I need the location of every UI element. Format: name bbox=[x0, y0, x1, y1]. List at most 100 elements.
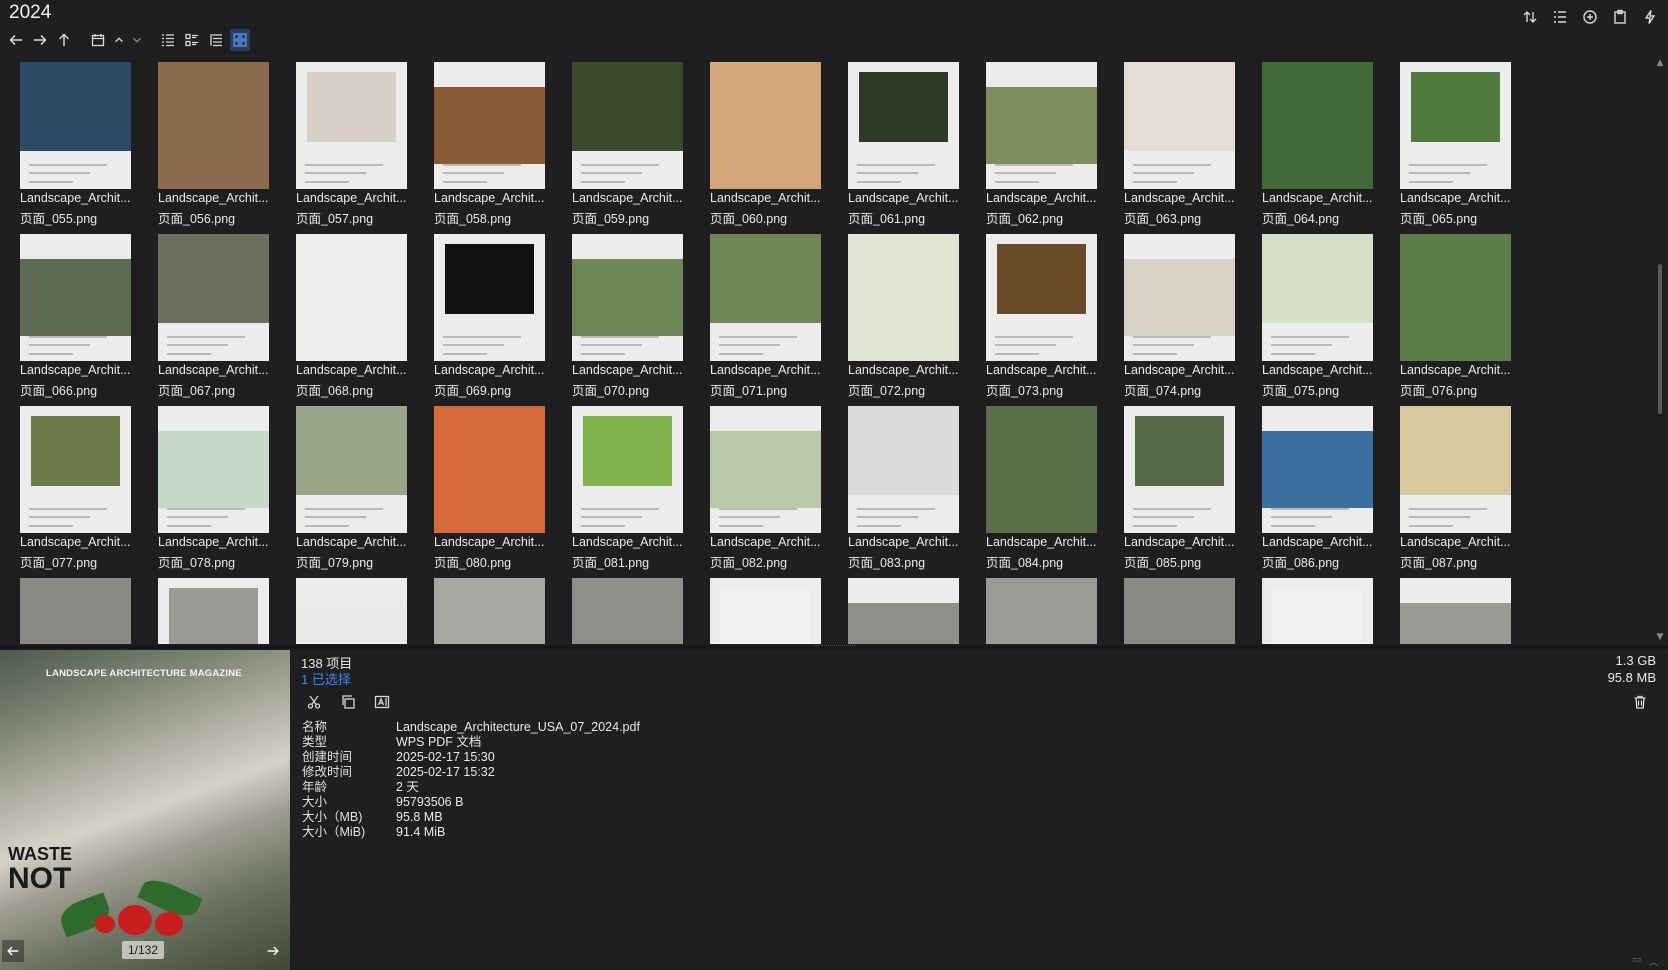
back-icon[interactable] bbox=[6, 29, 26, 51]
thumbnail-tile[interactable]: Landscape_Archit... 页面_062.png bbox=[983, 57, 1107, 226]
thumbnail-tile[interactable]: Landscape_Archit... 页面_055.png bbox=[17, 57, 141, 226]
thumbnail-tile[interactable]: Landscape_Archit... 页面_057.png bbox=[293, 57, 417, 226]
thumbnail-filename: 页面_078.png bbox=[158, 556, 236, 570]
thumbnail-tile[interactable] bbox=[845, 573, 969, 644]
thumbnail-text-line bbox=[1132, 163, 1211, 166]
thumbnail-tile[interactable]: Landscape_Archit... 页面_075.png bbox=[1259, 229, 1383, 398]
tree-view-icon[interactable] bbox=[206, 29, 226, 51]
thumbnail-text-line bbox=[580, 525, 626, 528]
previous-page-icon[interactable] bbox=[2, 940, 24, 962]
thumbnail-tile[interactable]: Landscape_Archit... 页面_059.png bbox=[569, 57, 693, 226]
thumbnail-tile[interactable]: Landscape_Archit... 页面_061.png bbox=[845, 57, 969, 226]
list-icon[interactable] bbox=[1548, 5, 1572, 29]
thumbnail-grid: Landscape_Archit... 页面_055.png Landscape_A… bbox=[17, 57, 1527, 644]
clipboard-icon[interactable] bbox=[1608, 5, 1632, 29]
window-icon[interactable] bbox=[88, 29, 108, 51]
cut-icon[interactable] bbox=[303, 692, 325, 712]
chevron-down-icon[interactable] bbox=[130, 29, 144, 51]
thumbnail-filename: 页面_083.png bbox=[848, 556, 926, 570]
thumbnail-tile[interactable] bbox=[1121, 573, 1245, 644]
thumbnail-tile[interactable]: Landscape_Archit... 页面_070.png bbox=[569, 229, 693, 398]
thumbnail-tile[interactable]: Landscape_Archit... 页面_077.png bbox=[17, 401, 141, 570]
selected-size: 95.8 MB bbox=[1607, 670, 1656, 685]
thumbnail-text-line bbox=[994, 172, 1056, 175]
thumbnail-tile[interactable] bbox=[293, 573, 417, 644]
thumbnail-tile[interactable]: Landscape_Archit... 页面_086.png bbox=[1259, 401, 1383, 570]
bolt-icon[interactable] bbox=[1638, 5, 1662, 29]
chevron-up-icon[interactable] bbox=[112, 29, 126, 51]
scroll-up-icon[interactable]: ▲ bbox=[1655, 58, 1665, 68]
thumbnail-text-line bbox=[28, 516, 90, 519]
thumbnail-tile[interactable]: Landscape_Archit... 页面_069.png bbox=[431, 229, 555, 398]
property-value: 95793506 B bbox=[396, 795, 464, 809]
thumbnail-tile[interactable]: Landscape_Archit... 页面_074.png bbox=[1121, 229, 1245, 398]
sort-icon[interactable] bbox=[1518, 5, 1542, 29]
thumbnail-text-line bbox=[1270, 353, 1316, 356]
thumbnail-text-line bbox=[166, 507, 245, 510]
thumbnail-tile[interactable] bbox=[569, 573, 693, 644]
thumbnail-tile[interactable]: Landscape_Archit... 页面_063.png bbox=[1121, 57, 1245, 226]
vertical-scrollbar[interactable]: ▲ ▼ bbox=[1654, 54, 1666, 644]
thumbnail-image bbox=[434, 578, 545, 644]
trash-icon[interactable] bbox=[1632, 694, 1652, 714]
up-icon[interactable] bbox=[54, 29, 74, 51]
thumbnail-tile[interactable]: Landscape_Archit... 页面_081.png bbox=[569, 401, 693, 570]
thumbnail-text-line bbox=[28, 181, 74, 184]
thumbnail-tile[interactable]: Landscape_Archit... 页面_078.png bbox=[155, 401, 279, 570]
thumbnail-text-line bbox=[442, 353, 488, 356]
thumbnail-tile[interactable]: Landscape_Archit... 页面_068.png bbox=[293, 229, 417, 398]
thumbnail-text-line bbox=[1132, 507, 1211, 510]
thumbnail-tile[interactable]: Landscape_Archit... 页面_056.png bbox=[155, 57, 279, 226]
thumbnail-tile[interactable]: Landscape_Archit... 页面_079.png bbox=[293, 401, 417, 570]
thumbnail-tile[interactable]: Landscape_Archit... 页面_064.png bbox=[1259, 57, 1383, 226]
rename-icon[interactable] bbox=[371, 692, 393, 712]
thumbnail-tile[interactable]: Landscape_Archit... 页面_066.png bbox=[17, 229, 141, 398]
collapse-icon[interactable]: ▭ bbox=[1632, 955, 1641, 968]
thumbnail-tile[interactable]: Landscape_Archit... 页面_082.png bbox=[707, 401, 831, 570]
details-view-icon[interactable] bbox=[158, 29, 178, 51]
thumbnail-filename: 页面_081.png bbox=[572, 556, 650, 570]
copy-icon[interactable] bbox=[337, 692, 359, 712]
thumbnail-name: Landscape_Archit... bbox=[848, 191, 959, 205]
thumbnail-tile[interactable]: Landscape_Archit... 页面_085.png bbox=[1121, 401, 1245, 570]
thumbnail-tile[interactable] bbox=[17, 573, 141, 644]
forward-icon[interactable] bbox=[30, 29, 50, 51]
thumbnail-image bbox=[710, 234, 821, 361]
list-view-icon[interactable] bbox=[182, 29, 202, 51]
thumbnail-tile[interactable]: Landscape_Archit... 页面_058.png bbox=[431, 57, 555, 226]
thumbnail-tile[interactable] bbox=[983, 573, 1107, 644]
thumbnail-text-line bbox=[718, 353, 764, 356]
thumbnail-tile[interactable]: Landscape_Archit... 页面_080.png bbox=[431, 401, 555, 570]
scrollbar-thumb[interactable] bbox=[1658, 264, 1662, 414]
thumbnail-view-icon[interactable] bbox=[230, 29, 250, 51]
thumbnail-text-line bbox=[580, 344, 642, 347]
thumbnail-tile[interactable]: Landscape_Archit... 页面_084.png bbox=[983, 401, 1107, 570]
thumbnail-tile[interactable]: Landscape_Archit... 页面_071.png bbox=[707, 229, 831, 398]
thumbnail-filename: 页面_065.png bbox=[1400, 212, 1478, 226]
thumbnail-tile[interactable] bbox=[155, 573, 279, 644]
thumbnail-text-line bbox=[718, 335, 797, 338]
thumbnail-tile[interactable] bbox=[1397, 573, 1521, 644]
thumbnail-tile[interactable]: Landscape_Archit... 页面_073.png bbox=[983, 229, 1107, 398]
thumbnail-text-line bbox=[28, 344, 90, 347]
selected-count[interactable]: 1 已选择 bbox=[301, 669, 351, 688]
thumbnail-text-line bbox=[442, 181, 488, 184]
property-row: 大小 95793506 B bbox=[302, 795, 640, 810]
property-value: 91.4 MiB bbox=[396, 825, 446, 839]
thumbnail-tile[interactable]: Landscape_Archit... 页面_067.png bbox=[155, 229, 279, 398]
thumbnail-tile[interactable] bbox=[707, 573, 831, 644]
chevron-up-small-icon[interactable]: ︿ bbox=[1649, 955, 1658, 968]
next-page-icon[interactable] bbox=[262, 940, 284, 962]
thumbnail-tile[interactable] bbox=[1259, 573, 1383, 644]
scroll-down-icon[interactable]: ▼ bbox=[1655, 632, 1665, 642]
thumbnail-tile[interactable]: Landscape_Archit... 页面_065.png bbox=[1397, 57, 1521, 226]
divider-grip[interactable] bbox=[815, 645, 855, 649]
thumbnail-tile[interactable] bbox=[431, 573, 555, 644]
add-icon[interactable] bbox=[1578, 5, 1602, 29]
thumbnail-tile[interactable]: Landscape_Archit... 页面_060.png bbox=[707, 57, 831, 226]
thumbnail-tile[interactable]: Landscape_Archit... 页面_076.png bbox=[1397, 229, 1521, 398]
thumbnail-tile[interactable]: Landscape_Archit... 页面_083.png bbox=[845, 401, 969, 570]
thumbnail-name: Landscape_Archit... bbox=[158, 535, 269, 549]
thumbnail-tile[interactable]: Landscape_Archit... 页面_072.png bbox=[845, 229, 969, 398]
thumbnail-tile[interactable]: Landscape_Archit... 页面_087.png bbox=[1397, 401, 1521, 570]
